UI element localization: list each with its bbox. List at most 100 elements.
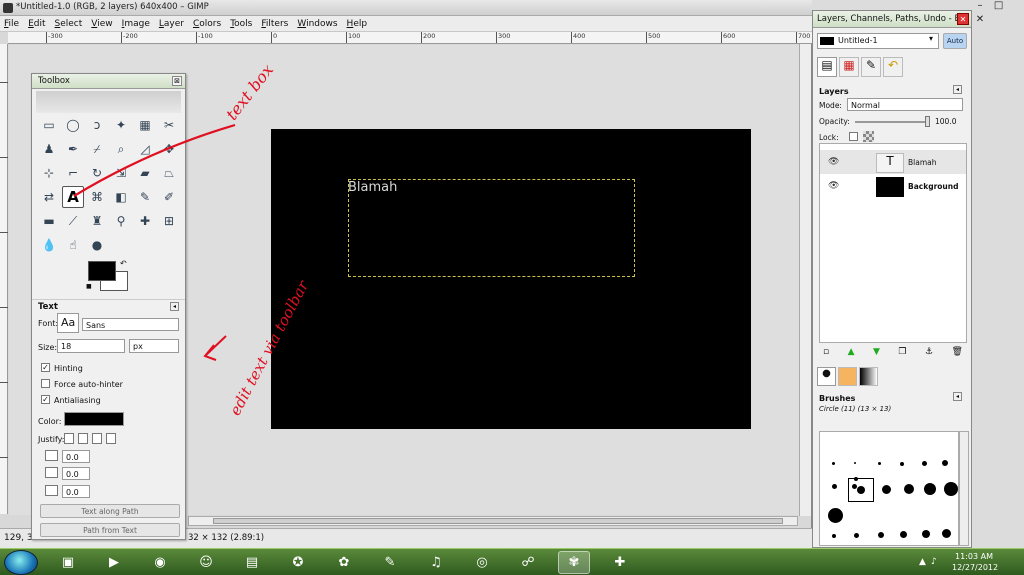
brush-item[interactable] (904, 484, 914, 494)
justify-fill-icon[interactable] (106, 433, 116, 444)
raise-layer-icon[interactable]: ▲ (848, 347, 855, 361)
clock-time[interactable]: 11:03 AM (955, 552, 993, 561)
justify-center-icon[interactable] (92, 433, 102, 444)
line-spacing-input[interactable]: 0.0 (62, 467, 90, 480)
brush-item[interactable] (832, 484, 837, 489)
brush-item[interactable] (832, 534, 836, 538)
layer-row[interactable]: 👁 T Blamah (820, 150, 966, 174)
foreground-select-icon[interactable]: ♟ (38, 138, 60, 160)
brush-item[interactable] (854, 533, 859, 538)
tab-gradients[interactable] (859, 367, 878, 386)
reset-colors-icon[interactable]: ■ (86, 283, 92, 290)
minimize-icon[interactable]: – (972, 0, 988, 14)
canvas-text-content[interactable]: Blamah (348, 180, 397, 195)
size-input[interactable]: 18 (57, 339, 125, 353)
scissors-icon[interactable]: ✂ (158, 114, 180, 136)
perspective-icon[interactable]: ⏢ (158, 162, 180, 184)
text-tool-icon[interactable]: A (62, 186, 84, 208)
close-icon[interactable]: ✕ (972, 14, 988, 28)
chevron-down-icon[interactable]: ▾ (929, 34, 933, 43)
unit-select[interactable]: px (129, 339, 179, 353)
color-picker-icon[interactable]: ⌿ (86, 138, 108, 160)
game-icon[interactable]: ✪ (282, 551, 314, 574)
options-menu-icon[interactable]: ◂ (170, 302, 179, 311)
title-bar[interactable]: *Untitled-1.0 (RGB, 2 layers) 640x400 – … (0, 0, 812, 16)
layers-menu-icon[interactable]: ◂ (953, 85, 962, 94)
menu-filters[interactable]: Filters (261, 19, 288, 29)
brush-item[interactable] (924, 483, 936, 495)
menu-layer[interactable]: Layer (159, 19, 184, 29)
brush-item[interactable] (922, 530, 930, 538)
font-input[interactable]: Sans (82, 318, 179, 331)
anchor-layer-icon[interactable]: ⚓ (925, 347, 933, 361)
menu-image[interactable]: Image (122, 19, 150, 29)
layer-name[interactable]: Background (908, 182, 958, 191)
brushes-scrollbar[interactable] (959, 431, 969, 546)
menu-file[interactable]: File (4, 19, 19, 29)
brush-item[interactable] (900, 462, 904, 466)
menu-tools[interactable]: Tools (230, 19, 252, 29)
brush-item[interactable] (882, 485, 891, 494)
start-button[interactable] (4, 550, 38, 575)
eye-icon[interactable]: 👁 (828, 181, 839, 191)
opacity-slider[interactable] (855, 121, 929, 123)
horizontal-ruler[interactable]: -300 -200 -100 0 100 200 300 400 500 600… (8, 32, 812, 44)
messenger-icon[interactable]: ☺ (190, 551, 222, 574)
scale-icon[interactable]: ⇲ (110, 162, 132, 184)
image-canvas[interactable]: Blamah (271, 129, 751, 429)
mode-select[interactable]: Normal (847, 98, 963, 111)
indent-input[interactable]: 0.0 (62, 450, 90, 463)
speaker-icon[interactable]: ♪ (931, 557, 937, 567)
horizontal-scrollbar[interactable] (188, 516, 798, 526)
airbrush-icon[interactable]: ⟋ (62, 210, 84, 232)
menu-select[interactable]: Select (55, 19, 83, 29)
rotate-icon[interactable]: ↻ (86, 162, 108, 184)
opacity-slider-handle[interactable] (925, 116, 930, 127)
auto-button[interactable]: Auto (943, 33, 967, 49)
free-select-icon[interactable]: ↄ (86, 114, 108, 136)
tab-patterns[interactable] (838, 367, 857, 386)
perspective-clone-icon[interactable]: ⊞ (158, 210, 180, 232)
toolbox-close-icon[interactable]: ⊠ (172, 76, 182, 86)
ink-icon[interactable]: ♜ (86, 210, 108, 232)
force-autohinter-checkbox[interactable] (41, 379, 50, 388)
network-icon[interactable]: ☍ (512, 551, 544, 574)
layers-dock-title-bar[interactable]: Layers, Channels, Paths, Undo - B... ✕ (813, 11, 971, 28)
layers-dock-close-icon[interactable]: ✕ (957, 13, 969, 25)
swap-colors-icon[interactable]: ↶ (120, 259, 127, 268)
crop-icon[interactable]: ⌐ (62, 162, 84, 184)
clone-icon[interactable]: ⚲ (110, 210, 132, 232)
menu-edit[interactable]: Edit (28, 19, 45, 29)
layer-row[interactable]: 👁 Background (820, 174, 966, 198)
shear-icon[interactable]: ▰ (134, 162, 156, 184)
fuzzy-select-icon[interactable]: ✦ (110, 114, 132, 136)
brush-item[interactable] (832, 462, 835, 465)
menu-colors[interactable]: Colors (193, 19, 221, 29)
menu-windows[interactable]: Windows (297, 19, 337, 29)
pencil-icon[interactable]: ✎ (134, 186, 156, 208)
hinting-checkbox[interactable]: ✓ (41, 363, 50, 372)
clock-date[interactable]: 12/27/2012 (952, 563, 998, 572)
tab-brushes[interactable]: ● (817, 367, 836, 386)
justify-right-icon[interactable] (78, 433, 88, 444)
brush-item[interactable] (942, 529, 951, 538)
flip-icon[interactable]: ⇄ (38, 186, 60, 208)
new-layer-icon[interactable]: ▫ (823, 347, 829, 361)
app-icon[interactable]: ✿ (328, 551, 360, 574)
move-icon[interactable]: ✥ (158, 138, 180, 160)
notes-icon[interactable]: ✎ (374, 551, 406, 574)
foreground-color-swatch[interactable] (88, 261, 116, 281)
menu-help[interactable]: Help (347, 19, 368, 29)
brush-item[interactable] (944, 482, 958, 496)
blur-icon[interactable]: 💧 (38, 234, 60, 256)
brush-item[interactable] (878, 532, 884, 538)
toolbox-title-bar[interactable]: Toolbox ⊠ (32, 74, 185, 89)
justify-left-icon[interactable] (64, 433, 74, 444)
brush-item[interactable] (828, 508, 843, 523)
antialiasing-checkbox[interactable]: ✓ (41, 395, 50, 404)
ellipse-select-icon[interactable]: ◯ (62, 114, 84, 136)
delete-layer-icon[interactable]: 🗑 (952, 347, 963, 361)
chrome-icon[interactable]: ◉ (144, 551, 176, 574)
font-preview-button[interactable]: Aa (57, 313, 79, 333)
tab-layers[interactable]: ▤ (817, 57, 837, 77)
